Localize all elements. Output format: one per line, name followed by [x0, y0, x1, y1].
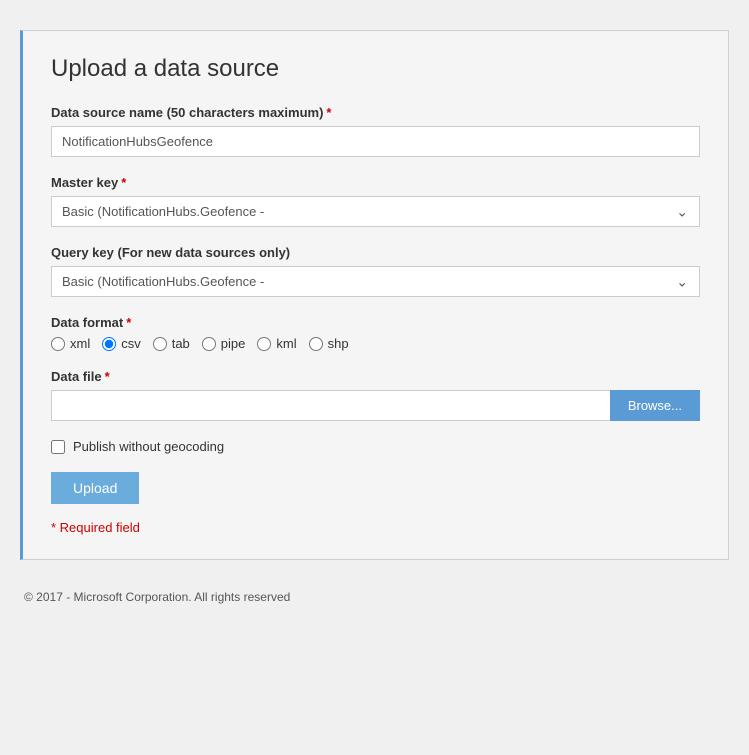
data-file-text-input[interactable]	[51, 390, 610, 421]
radio-kml[interactable]	[257, 337, 271, 351]
required-star-format: *	[126, 315, 131, 330]
radio-option-csv[interactable]: csv	[102, 336, 141, 351]
master-key-select-wrapper: Basic (NotificationHubs.Geofence - ⌄	[51, 196, 700, 227]
data-source-name-label: Data source name (50 characters maximum)…	[51, 105, 700, 120]
master-key-select[interactable]: Basic (NotificationHubs.Geofence -	[51, 196, 700, 227]
browse-button[interactable]: Browse...	[610, 390, 700, 421]
upload-form-container: Upload a data source Data source name (5…	[20, 30, 729, 560]
radio-option-pipe[interactable]: pipe	[202, 336, 246, 351]
radio-shp[interactable]	[309, 337, 323, 351]
radio-xml[interactable]	[51, 337, 65, 351]
required-star-file: *	[105, 369, 110, 384]
data-source-name-input[interactable]	[51, 126, 700, 157]
radio-tab[interactable]	[153, 337, 167, 351]
data-format-radio-group: xml csv tab pipe kml shp	[51, 336, 700, 351]
footer: © 2017 - Microsoft Corporation. All righ…	[20, 590, 729, 604]
radio-pipe[interactable]	[202, 337, 216, 351]
radio-option-tab[interactable]: tab	[153, 336, 190, 351]
query-key-select-wrapper: Basic (NotificationHubs.Geofence - ⌄	[51, 266, 700, 297]
data-file-group: Data file* Browse...	[51, 369, 700, 421]
page-title: Upload a data source	[51, 55, 700, 83]
publish-geocoding-wrapper: Publish without geocoding	[51, 439, 700, 454]
upload-button[interactable]: Upload	[51, 472, 139, 504]
file-input-wrapper: Browse...	[51, 390, 700, 421]
radio-option-shp[interactable]: shp	[309, 336, 349, 351]
query-key-label: Query key (For new data sources only)	[51, 245, 700, 260]
master-key-label: Master key*	[51, 175, 700, 190]
radio-option-kml[interactable]: kml	[257, 336, 296, 351]
master-key-group: Master key* Basic (NotificationHubs.Geof…	[51, 175, 700, 227]
required-star-name: *	[326, 105, 331, 120]
data-format-label: Data format*	[51, 315, 700, 330]
data-format-group: Data format* xml csv tab pipe kml	[51, 315, 700, 351]
radio-csv[interactable]	[102, 337, 116, 351]
data-source-name-group: Data source name (50 characters maximum)…	[51, 105, 700, 157]
radio-option-xml[interactable]: xml	[51, 336, 90, 351]
publish-geocoding-checkbox[interactable]	[51, 440, 65, 454]
query-key-group: Query key (For new data sources only) Ba…	[51, 245, 700, 297]
required-field-note: * Required field	[51, 520, 700, 535]
required-star-master: *	[121, 175, 126, 190]
data-file-label: Data file*	[51, 369, 700, 384]
publish-geocoding-label[interactable]: Publish without geocoding	[73, 439, 224, 454]
query-key-select[interactable]: Basic (NotificationHubs.Geofence -	[51, 266, 700, 297]
